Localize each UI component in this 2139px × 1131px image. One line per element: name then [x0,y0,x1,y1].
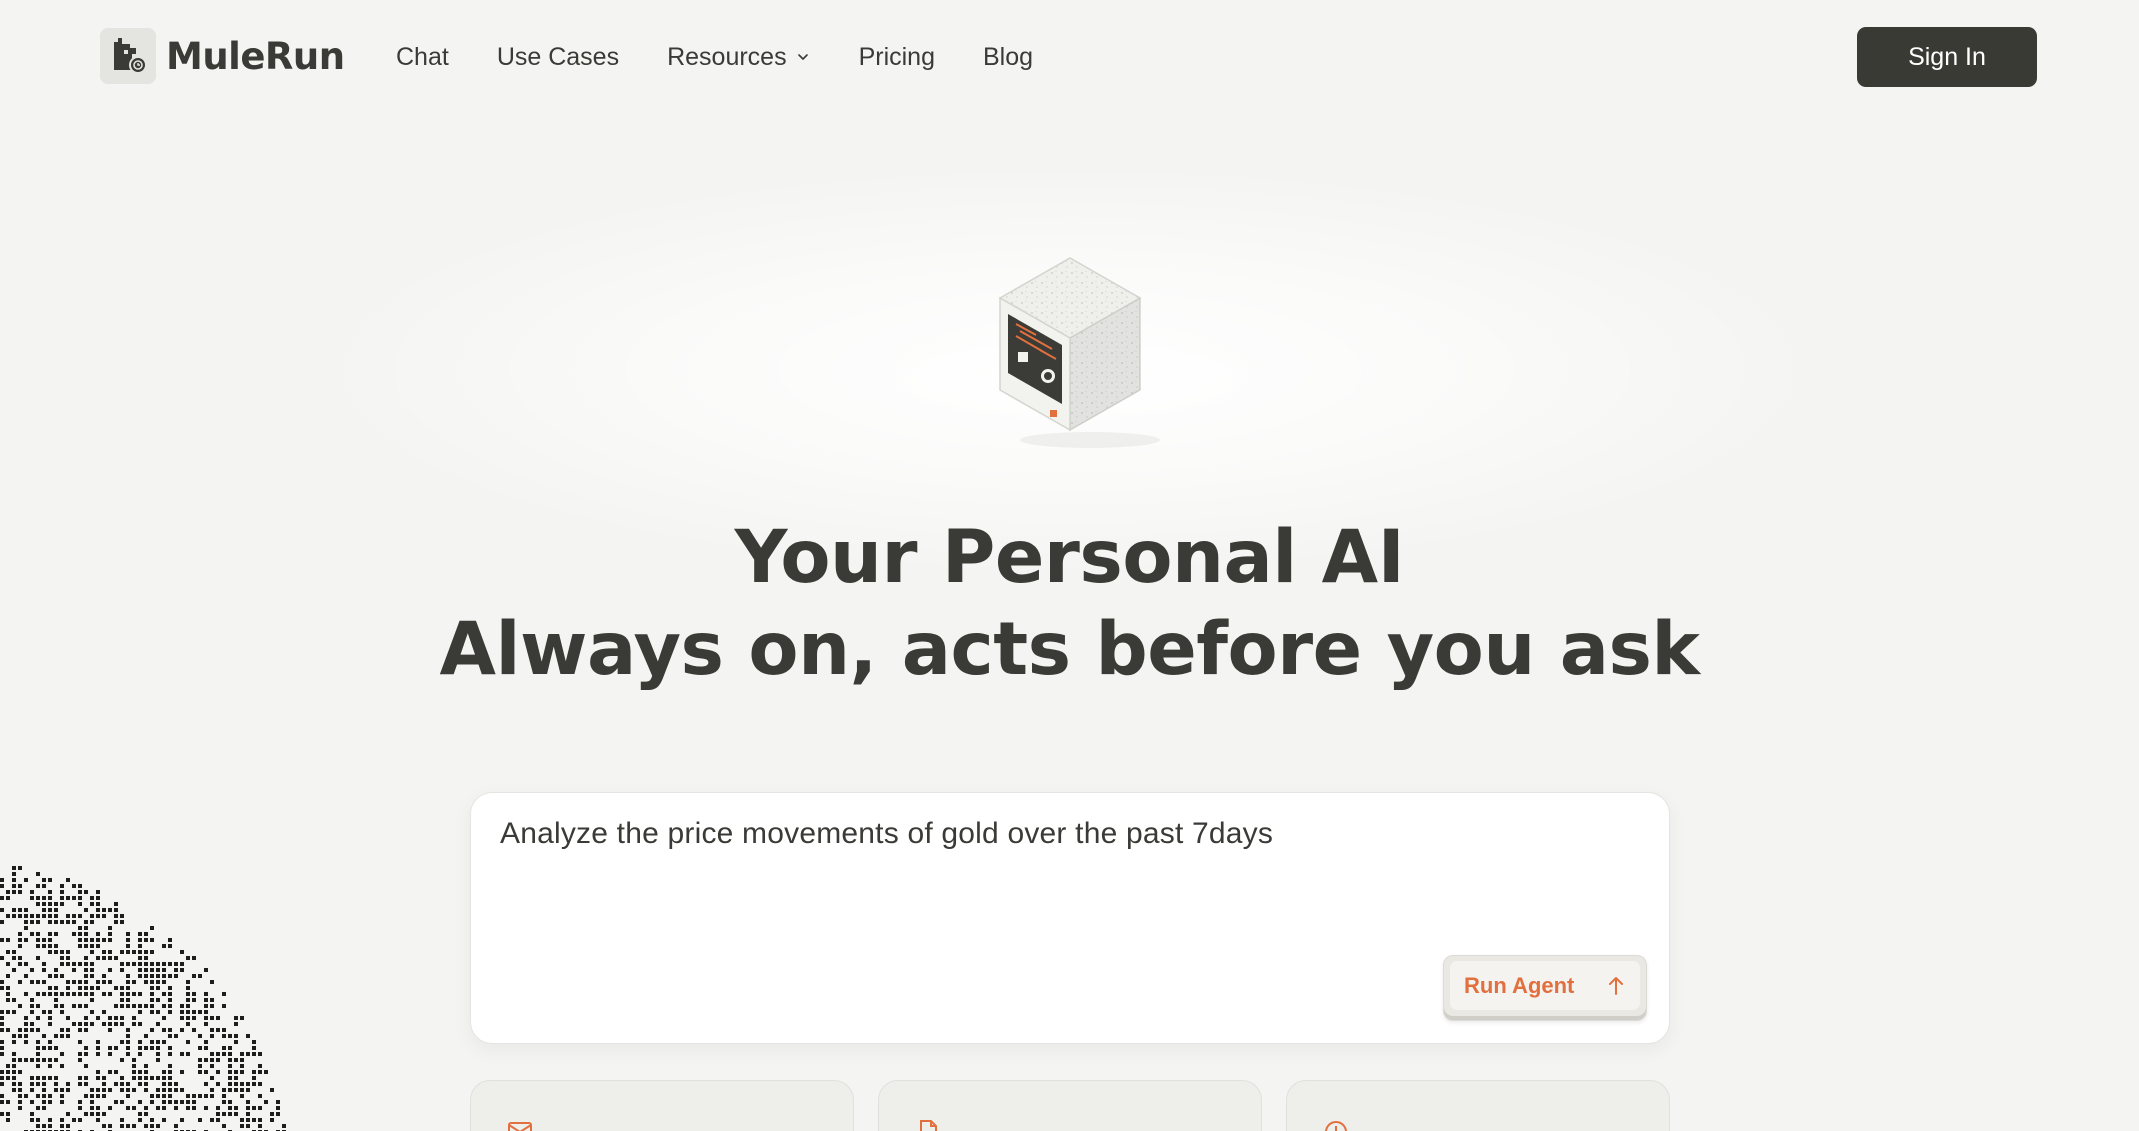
suggestion-card-mail[interactable] [470,1080,854,1131]
clock-icon [1325,1121,1347,1131]
computer-cube-icon [998,257,1160,448]
nav-links: Chat Use Cases Resources Pricing Blog [396,40,1081,74]
hero-title-line2: Always on, acts before you ask [439,607,1700,692]
nav-chat-label: Chat [396,43,449,71]
nav-blog-label: Blog [983,43,1034,71]
prompt-box[interactable]: Analyze the price movements of gold over… [470,792,1670,1044]
hero-title-line1: Your Personal AI [734,515,1405,600]
nav-chat[interactable]: Chat [396,40,449,74]
arrow-up-icon [1609,976,1623,995]
prompt-input[interactable]: Analyze the price movements of gold over… [500,817,1273,851]
nav-use-cases-label: Use Cases [496,43,620,71]
chevron-down-icon [797,54,808,60]
run-agent-label: Run Agent [1464,972,1575,998]
brand-name: MuleRun [166,34,345,78]
suggestion-card-document[interactable] [878,1080,1262,1131]
mail-icon [508,1122,532,1131]
page: MuleRun Chat Use Cases Resources Pricing… [0,0,2139,1131]
nav-resources[interactable]: Resources [667,40,811,74]
top-nav: MuleRun Chat Use Cases Resources Pricing… [0,0,2139,114]
halftone-decoration [0,866,286,1131]
brand-link[interactable]: MuleRun [100,28,345,84]
nav-resources-label: Resources [667,43,787,71]
sign-in-button[interactable]: Sign In [1857,27,2037,87]
nav-use-cases[interactable]: Use Cases [497,40,619,74]
nav-blog[interactable]: Blog [983,40,1033,74]
document-icon [920,1120,937,1131]
mule-logo-icon [100,28,156,84]
run-agent-button[interactable]: Run Agent [1443,955,1647,1021]
run-agent-button-face: Run Agent [1450,961,1640,1010]
nav-pricing[interactable]: Pricing [859,40,935,74]
suggestion-card-clock[interactable] [1286,1080,1670,1131]
nav-pricing-label: Pricing [858,43,935,71]
